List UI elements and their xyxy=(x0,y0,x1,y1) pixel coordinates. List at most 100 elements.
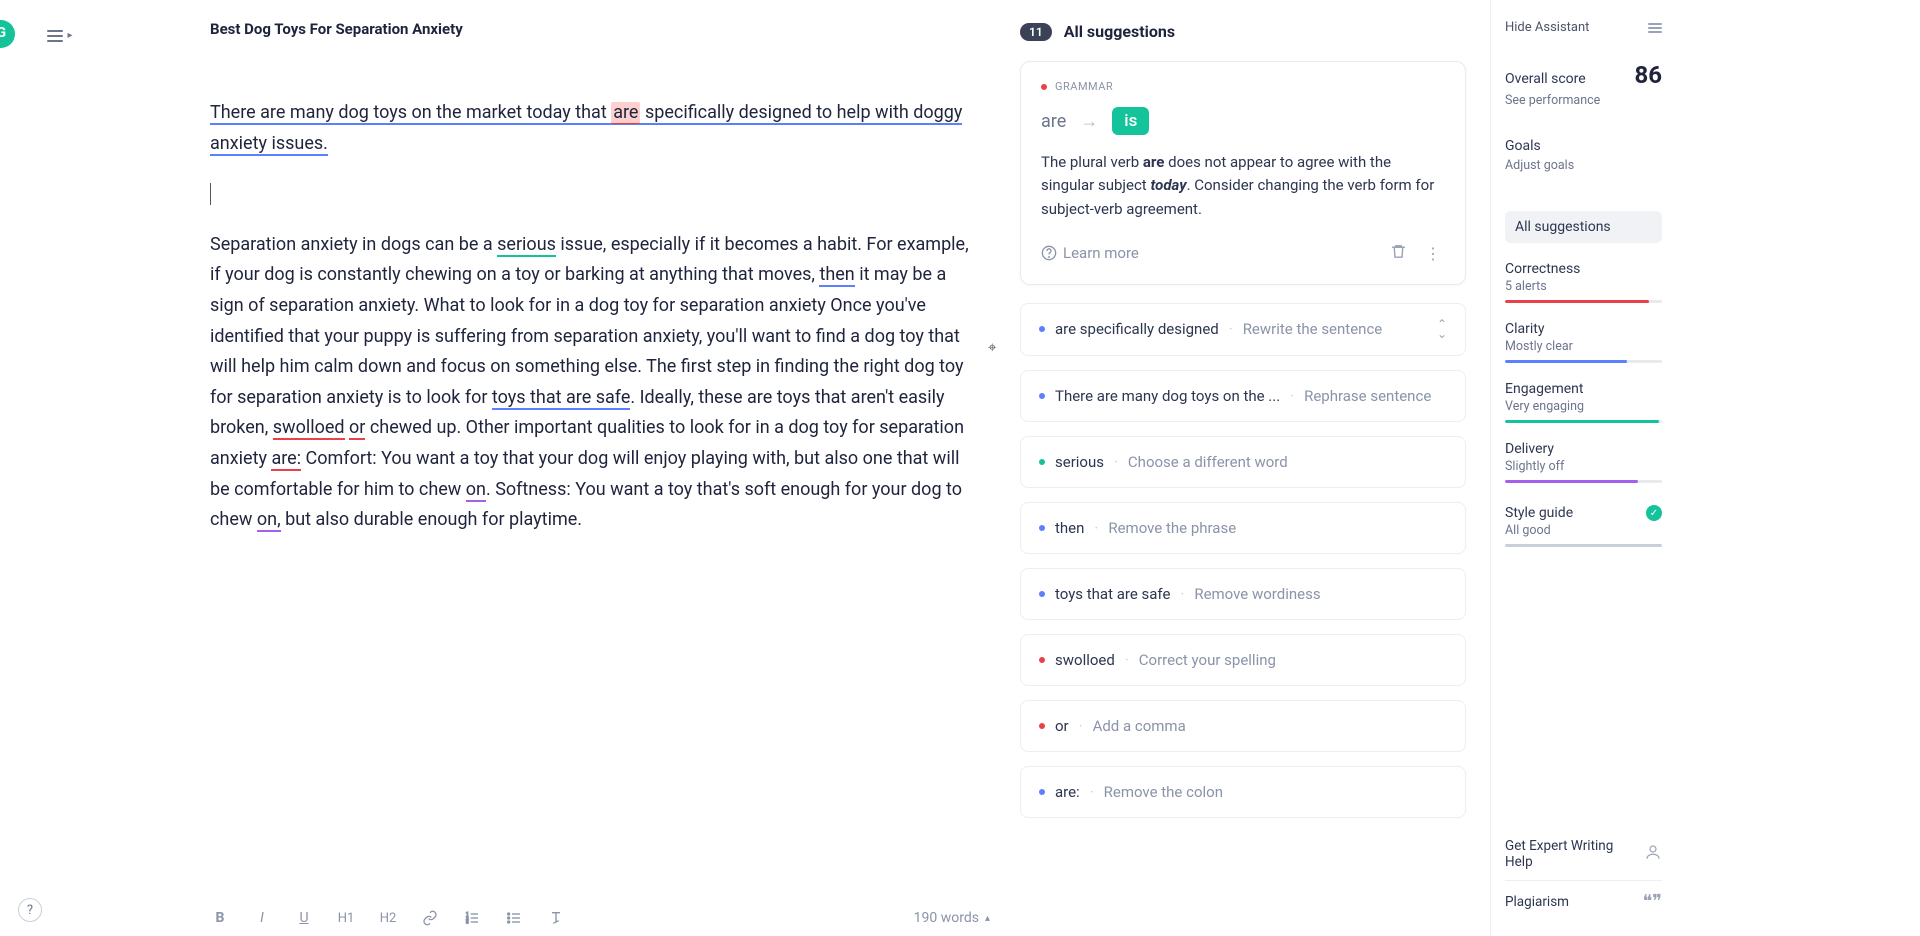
underline-engagement[interactable]: serious xyxy=(497,234,556,257)
h1-button[interactable]: H1 xyxy=(336,911,356,926)
grammarly-logo[interactable]: G xyxy=(0,20,15,48)
underline-spelling[interactable]: swolloed xyxy=(273,417,345,440)
suggestion-item[interactable]: There are many dog toys on the ... · Rep… xyxy=(1020,370,1466,422)
suggestion-hint: Add a comma xyxy=(1093,717,1186,735)
metric-delivery[interactable]: Delivery Slightly off xyxy=(1505,441,1662,483)
metric-clarity[interactable]: Clarity Mostly clear xyxy=(1505,321,1662,363)
suggestion-count-badge: 11 xyxy=(1020,23,1052,41)
suggestion-item[interactable]: serious · Choose a different word xyxy=(1020,436,1466,488)
suggestion-item[interactable]: then · Remove the phrase xyxy=(1020,502,1466,554)
italic-button[interactable]: I xyxy=(252,910,272,926)
metric-correctness[interactable]: Correctness 5 alerts xyxy=(1505,261,1662,303)
dot-icon xyxy=(1041,84,1047,90)
bullet-list-button[interactable] xyxy=(504,910,524,926)
dot-icon xyxy=(1039,591,1045,597)
suggestion-category: GRAMMAR xyxy=(1055,80,1113,93)
suggestion-item[interactable]: or · Add a comma xyxy=(1020,700,1466,752)
metric-sub: Very engaging xyxy=(1505,399,1662,414)
see-performance-link[interactable]: See performance xyxy=(1505,93,1662,108)
suggestion-item[interactable]: are: · Remove the colon xyxy=(1020,766,1466,818)
suggestion-item[interactable]: swolloed · Correct your spelling xyxy=(1020,634,1466,686)
metric-engagement[interactable]: Engagement Very engaging xyxy=(1505,381,1662,423)
metric-title: Correctness xyxy=(1505,261,1662,277)
dot-icon xyxy=(1039,459,1045,465)
plagiarism-link[interactable]: Plagiarism ❝❞ xyxy=(1505,880,1662,922)
wrong-word: are xyxy=(1041,111,1066,132)
h2-button[interactable]: H2 xyxy=(378,911,398,926)
numbered-list-button[interactable]: 123 xyxy=(462,910,482,926)
dot-icon xyxy=(1039,789,1045,795)
suggestion-hint: Rewrite the sentence xyxy=(1243,320,1383,338)
text: There are many dog toys on the market to… xyxy=(210,102,611,123)
goals-label: Goals xyxy=(1505,138,1662,154)
underline-grammar[interactable]: or xyxy=(349,417,365,440)
format-toolbar: B I U H1 H2 123 190 words ▴ xyxy=(210,910,990,926)
text: but also durable enough for playtime. xyxy=(281,509,582,530)
assistant-sidebar: Hide Assistant Overall score 86 See perf… xyxy=(1490,0,1676,936)
metric-sub: Slightly off xyxy=(1505,459,1662,474)
suggestions-title: All suggestions xyxy=(1064,22,1175,41)
metric-sub: 5 alerts xyxy=(1505,279,1662,294)
dot-icon xyxy=(1039,393,1045,399)
word-count[interactable]: 190 words ▴ xyxy=(914,910,990,926)
expand-icon[interactable]: ⌃⌄ xyxy=(1437,320,1447,339)
metric-title: Engagement xyxy=(1505,381,1662,397)
suggestion-text: are specifically designed xyxy=(1055,320,1219,338)
check-icon: ✓ xyxy=(1646,505,1662,521)
collapse-icon[interactable] xyxy=(1648,23,1662,33)
fix-chip[interactable]: is xyxy=(1112,107,1149,135)
suggestion-text: or xyxy=(1055,717,1069,735)
dot-icon xyxy=(1039,525,1045,531)
suggestion-item[interactable]: toys that are safe · Remove wordiness xyxy=(1020,568,1466,620)
more-icon[interactable]: ⋮ xyxy=(1421,240,1445,267)
suggestion-hint: Choose a different word xyxy=(1128,453,1288,471)
hide-assistant-link[interactable]: Hide Assistant xyxy=(1505,20,1589,35)
document-body[interactable]: There are many dog toys on the market to… xyxy=(210,98,970,586)
suggestion-explanation: The plural verb are does not appear to a… xyxy=(1041,151,1445,221)
suggestion-text: then xyxy=(1055,519,1084,537)
suggestion-text: toys that are safe xyxy=(1055,585,1170,603)
underline-clarity[interactable]: toys that are safe xyxy=(492,387,630,410)
underline-button[interactable]: U xyxy=(294,910,314,926)
dot-icon xyxy=(1039,657,1045,663)
metric-sub: Mostly clear xyxy=(1505,339,1662,354)
suggestion-text: are: xyxy=(1055,783,1080,801)
suggestion-text: There are many dog toys on the ... xyxy=(1055,387,1280,405)
learn-more-link[interactable]: Learn more xyxy=(1041,244,1139,262)
bold-button[interactable]: B xyxy=(210,910,230,926)
dot-icon xyxy=(1039,326,1045,332)
sidebar-toggle[interactable]: ▸ xyxy=(47,30,72,42)
style-guide-label[interactable]: Style guide xyxy=(1505,505,1573,521)
expert-help-link[interactable]: Get Expert Writing Help xyxy=(1505,828,1662,880)
underline-clarity[interactable]: then xyxy=(819,264,854,287)
metric-title: Clarity xyxy=(1505,321,1662,337)
suggestion-hint: Remove the colon xyxy=(1104,783,1223,801)
highlight-error[interactable]: are xyxy=(611,102,640,124)
all-suggestions-tab[interactable]: All suggestions xyxy=(1505,211,1662,243)
person-icon xyxy=(1644,843,1662,865)
suggestion-text: swolloed xyxy=(1055,651,1115,669)
dot-icon xyxy=(1039,723,1045,729)
text: specifically xyxy=(640,102,738,123)
svg-text:3: 3 xyxy=(466,919,469,925)
link-button[interactable] xyxy=(420,910,440,926)
underline-grammar[interactable]: are: xyxy=(271,448,301,471)
trash-icon[interactable] xyxy=(1386,239,1411,268)
suggestion-card-expanded[interactable]: GRAMMAR are → is The plural verb are doe… xyxy=(1020,61,1466,285)
text: designed xyxy=(739,102,812,123)
score-value: 86 xyxy=(1634,61,1662,89)
adjust-goals-link[interactable]: Adjust goals xyxy=(1505,158,1662,173)
suggestion-text: serious xyxy=(1055,453,1104,471)
arrow-icon: → xyxy=(1080,111,1098,132)
clear-format-button[interactable] xyxy=(546,910,566,926)
document-title[interactable]: Best Dog Toys For Separation Anxiety xyxy=(210,20,970,98)
suggestion-hint: Remove the phrase xyxy=(1108,519,1236,537)
underline-delivery[interactable]: on, xyxy=(257,509,281,532)
suggestion-item[interactable]: are specifically designed · Rewrite the … xyxy=(1020,303,1466,356)
suggestion-hint: Correct your spelling xyxy=(1139,651,1276,669)
style-guide-sub: All good xyxy=(1505,523,1662,538)
underline-delivery[interactable]: on xyxy=(466,479,486,502)
suggestion-hint: Rephrase sentence xyxy=(1304,387,1431,405)
help-button[interactable]: ? xyxy=(18,898,42,922)
metric-title: Delivery xyxy=(1505,441,1662,457)
